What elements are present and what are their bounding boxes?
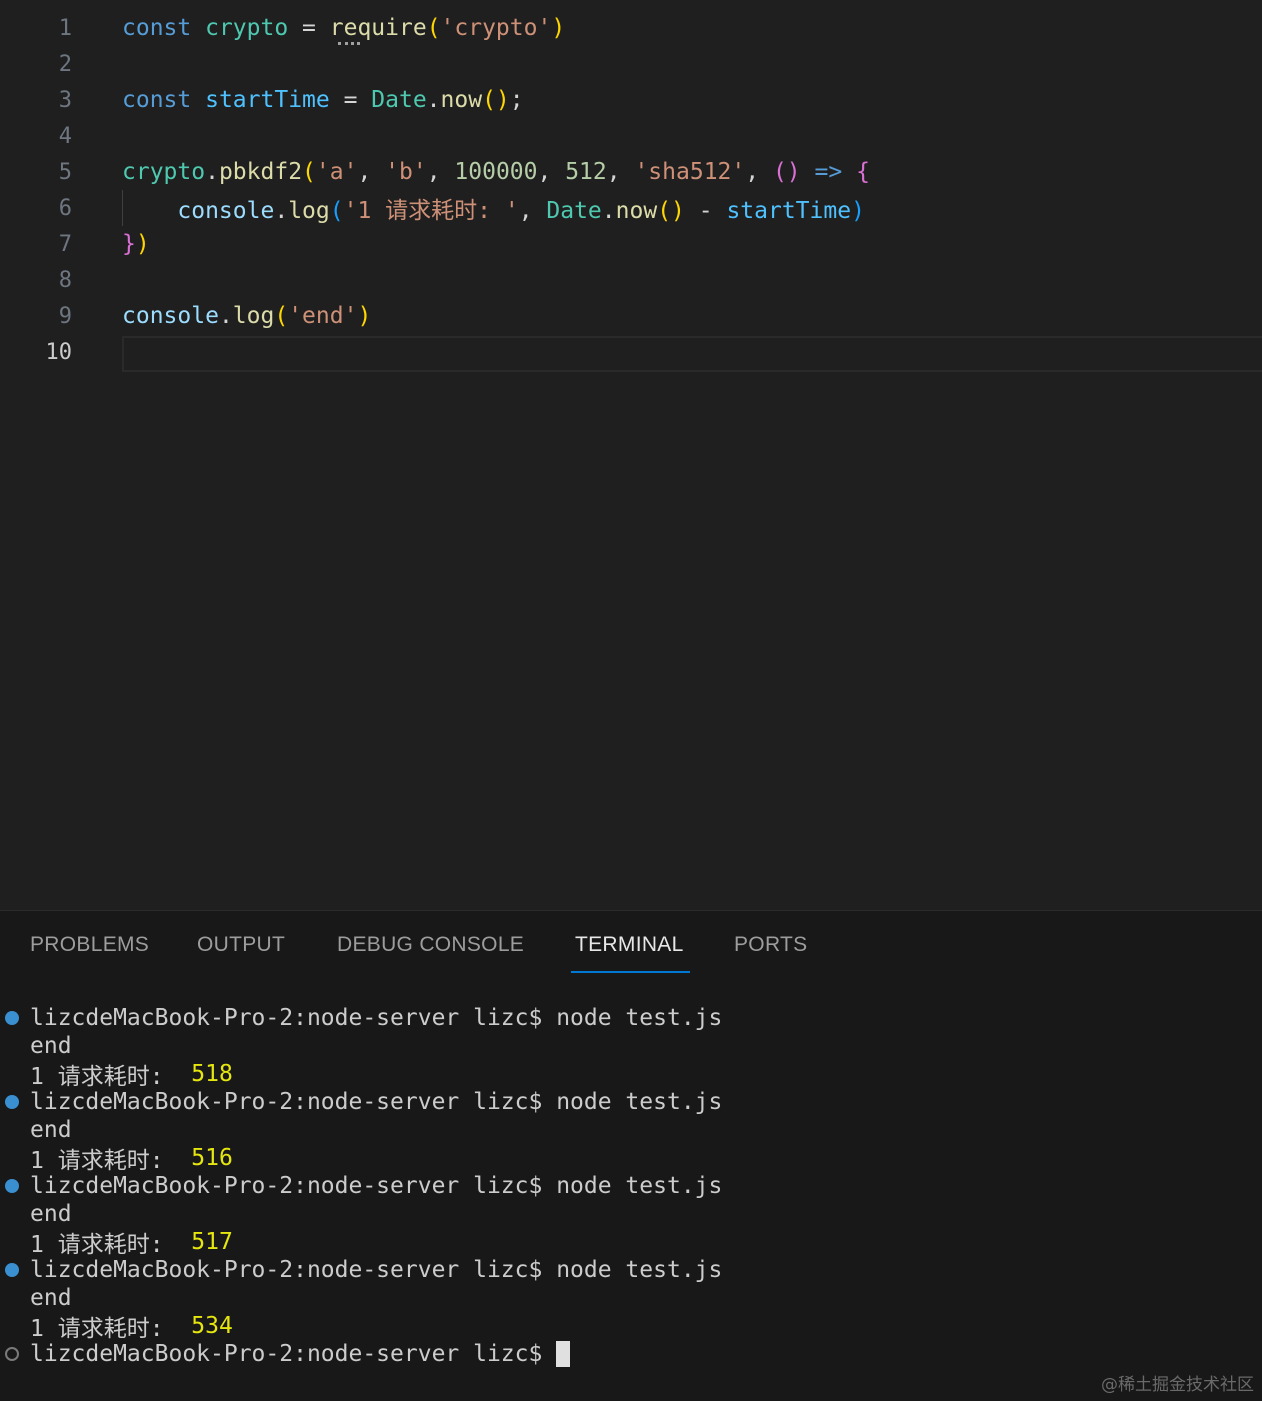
code-line[interactable]: 1 const crypto = require('crypto') bbox=[0, 10, 1262, 46]
terminal-line: end bbox=[30, 1201, 72, 1227]
command-status-dot-icon[interactable] bbox=[5, 1179, 19, 1193]
tab-terminal[interactable]: TERMINAL bbox=[575, 933, 684, 957]
terminal-line: end bbox=[30, 1033, 72, 1059]
line-number: 1 bbox=[58, 15, 72, 41]
command-status-dot-icon[interactable] bbox=[5, 1095, 19, 1109]
panel-tabs: PROBLEMS OUTPUT DEBUG CONSOLE TERMINAL P… bbox=[0, 911, 1262, 981]
terminal-line: 1 请求耗时: 518 bbox=[30, 1061, 233, 1090]
terminal-line: lizcdeMacBook-Pro-2:node-server lizc$ no… bbox=[30, 1173, 723, 1199]
tab-output[interactable]: OUTPUT bbox=[197, 933, 285, 957]
command-status-dot-icon[interactable] bbox=[5, 1263, 19, 1277]
code-line[interactable]: 7}) bbox=[0, 226, 1262, 262]
code-line[interactable]: 10 bbox=[0, 334, 1262, 370]
code-text: console.log('1 请求耗时: ', Date.now() - sta… bbox=[177, 198, 865, 224]
code-text: }) bbox=[122, 231, 150, 257]
terminal-line: end bbox=[30, 1285, 72, 1311]
code-line[interactable]: 8 bbox=[0, 262, 1262, 298]
code-line[interactable]: 4 bbox=[0, 118, 1262, 154]
code-text: console.log('end') bbox=[122, 303, 372, 329]
terminal-cursor bbox=[556, 1341, 571, 1367]
command-status-dot-icon[interactable] bbox=[5, 1347, 19, 1361]
terminal-line: lizcdeMacBook-Pro-2:node-server lizc$ no… bbox=[30, 1005, 723, 1031]
line-number: 8 bbox=[58, 267, 72, 293]
line-number: 4 bbox=[58, 123, 72, 149]
terminal-line: lizcdeMacBook-Pro-2:node-server lizc$ no… bbox=[30, 1089, 723, 1115]
command-status-dot-icon[interactable] bbox=[5, 1011, 19, 1025]
line-number: 5 bbox=[58, 159, 72, 185]
tab-problems[interactable]: PROBLEMS bbox=[30, 933, 149, 957]
terminal-line: 1 请求耗时: 516 bbox=[30, 1145, 233, 1174]
line-number: 6 bbox=[58, 195, 72, 221]
code-text: crypto.pbkdf2('a', 'b', 100000, 512, 'sh… bbox=[122, 159, 870, 185]
code-text: const startTime = Date.now(); bbox=[122, 87, 524, 113]
code-line[interactable]: 3 const startTime = Date.now(); bbox=[0, 82, 1262, 118]
terminal-line: 1 请求耗时: 517 bbox=[30, 1229, 233, 1258]
tab-ports[interactable]: PORTS bbox=[734, 933, 807, 957]
line-number: 9 bbox=[58, 303, 72, 329]
code-line[interactable]: 2 bbox=[0, 46, 1262, 82]
terminal-line: lizcdeMacBook-Pro-2:node-server lizc$ bbox=[30, 1340, 571, 1368]
active-tab-indicator bbox=[571, 971, 690, 973]
code-line[interactable]: 5 crypto.pbkdf2('a', 'b', 100000, 512, 's… bbox=[0, 154, 1262, 190]
line-number: 10 bbox=[45, 339, 73, 365]
code-text: const crypto = require('crypto') bbox=[122, 15, 566, 41]
bottom-panel: PROBLEMS OUTPUT DEBUG CONSOLE TERMINAL P… bbox=[0, 910, 1262, 1401]
tab-debug-console[interactable]: DEBUG CONSOLE bbox=[337, 933, 524, 957]
terminal-line: lizcdeMacBook-Pro-2:node-server lizc$ no… bbox=[30, 1257, 723, 1283]
line-number: 2 bbox=[58, 51, 72, 77]
code-line[interactable]: 9 console.log('end') bbox=[0, 298, 1262, 334]
line-number: 3 bbox=[58, 87, 72, 113]
code-editor[interactable]: 1 const crypto = require('crypto') 2 3 const… bbox=[0, 0, 1262, 910]
line-number: 7 bbox=[58, 231, 72, 257]
watermark: @稀土掘金技术社区 bbox=[1101, 1375, 1254, 1395]
terminal-line: end bbox=[30, 1117, 72, 1143]
terminal-line: 1 请求耗时: 534 bbox=[30, 1313, 233, 1342]
code-line[interactable]: 6 console.log('1 请求耗时: ', Date.now() - s… bbox=[0, 190, 1262, 226]
